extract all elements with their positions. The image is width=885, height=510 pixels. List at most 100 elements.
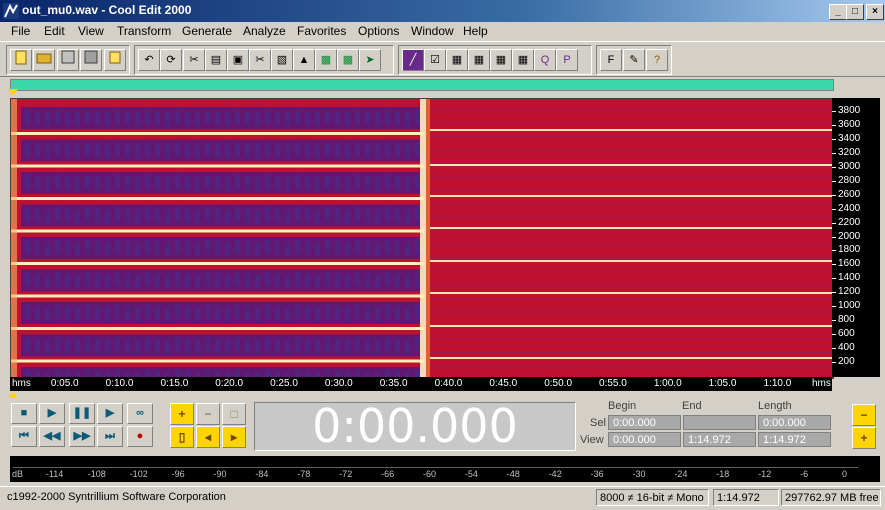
menu-window[interactable]: Window xyxy=(411,24,454,38)
menu-options[interactable]: Options xyxy=(358,24,399,38)
view-length-field[interactable]: 1:14.972 xyxy=(758,432,831,447)
favorites-f-button[interactable]: F xyxy=(600,49,622,71)
help-icon[interactable]: ? xyxy=(646,49,668,71)
spectro-speckle xyxy=(415,240,420,254)
trim-icon[interactable]: ▧ xyxy=(271,49,293,71)
overview-bar[interactable] xyxy=(10,79,834,91)
mix-paste-icon[interactable]: ✂ xyxy=(249,49,271,71)
zoom-out-icon[interactable]: − xyxy=(196,403,220,425)
maximize-button[interactable]: □ xyxy=(846,4,864,20)
transport-panel: ■ ▶ ❚❚ ▶ ∞ ⏮ ◀◀ ▶▶ ⏭ ● xyxy=(8,401,160,449)
time-ruler-marker-icon[interactable] xyxy=(8,392,18,398)
play-icon[interactable]: ▶ xyxy=(39,403,65,424)
db-tick-label: 0 xyxy=(842,469,848,479)
spectro-speckle xyxy=(385,272,390,287)
spectrogram-canvas[interactable] xyxy=(11,99,833,378)
record-icon[interactable]: ● xyxy=(127,426,153,447)
play-to-end-icon[interactable]: ▶ xyxy=(97,403,123,424)
grid-icon-2[interactable]: ▦ xyxy=(468,49,490,71)
spectro-speckle xyxy=(95,338,100,353)
spectro-speckle xyxy=(405,242,410,256)
cut-icon[interactable]: ✂ xyxy=(183,49,205,71)
repeat-icon[interactable]: ⟳ xyxy=(160,49,182,71)
menu-edit[interactable]: Edit xyxy=(44,24,65,38)
open-folder-icon[interactable] xyxy=(33,49,55,71)
save-as-icon[interactable] xyxy=(80,49,102,71)
spectro-speckle xyxy=(55,272,60,287)
menu-view[interactable]: View xyxy=(78,24,104,38)
vertical-zoom-out-icon[interactable]: − xyxy=(852,404,876,426)
time-tick-label: 0:40.0 xyxy=(434,378,463,389)
minimize-button[interactable]: _ xyxy=(829,4,847,20)
paste-icon[interactable]: ▣ xyxy=(227,49,249,71)
spectro-speckle xyxy=(315,177,320,191)
spectro-speckle xyxy=(115,110,120,124)
pause-icon[interactable]: ❚❚ xyxy=(69,403,95,424)
close-button[interactable]: × xyxy=(866,4,884,20)
sel-end-field[interactable] xyxy=(683,415,756,430)
spectro-speckle xyxy=(265,337,270,352)
view-begin-field[interactable]: 0:00.000 xyxy=(608,432,681,447)
save-icon[interactable] xyxy=(57,49,79,71)
undo-icon[interactable]: ↶ xyxy=(138,49,160,71)
close-file-icon[interactable] xyxy=(104,49,126,71)
insert-icon[interactable]: ▲ xyxy=(293,49,315,71)
spectro-speckle xyxy=(295,272,300,287)
zoom-in-icon[interactable]: + xyxy=(170,403,194,425)
begin-header: Begin xyxy=(608,400,637,412)
zoom-selection-icon[interactable]: ▯ xyxy=(170,426,194,448)
zoom-q-icon[interactable]: Q xyxy=(534,49,556,71)
grid-icon-1[interactable]: ▦ xyxy=(446,49,468,71)
script-icon[interactable]: ✎ xyxy=(623,49,645,71)
spectro-speckle xyxy=(25,175,30,189)
spectro-speckle xyxy=(215,143,220,158)
menu-generate[interactable]: Generate xyxy=(182,24,232,38)
menu-help[interactable]: Help xyxy=(463,24,488,38)
sel-length-field[interactable]: 0:00.000 xyxy=(758,415,831,430)
menu-file[interactable]: File xyxy=(11,24,30,38)
time-ruler[interactable]: hms 0:05.0 0:10.0 0:15.0 0:20.0 0:25.0 0:30.0 0… xyxy=(10,377,832,391)
spectro-noise-line xyxy=(430,217,833,218)
sel-begin-field[interactable]: 0:00.000 xyxy=(608,415,681,430)
spectro-speckle xyxy=(115,142,120,157)
analyze-icon[interactable]: ▩ xyxy=(337,49,359,71)
app-icon[interactable] xyxy=(3,3,19,19)
fast-forward-icon[interactable]: ▶▶ xyxy=(69,426,95,447)
spectral-view[interactable] xyxy=(10,98,834,379)
spectro-speckle xyxy=(385,305,390,319)
spectro-speckle xyxy=(225,112,230,126)
new-file-icon[interactable] xyxy=(10,49,32,71)
select-icon[interactable]: ☑ xyxy=(424,49,446,71)
stop-icon[interactable]: ■ xyxy=(11,403,37,424)
menu-analyze[interactable]: Analyze xyxy=(243,24,286,38)
spectro-speckle xyxy=(315,144,320,159)
menu-favorites[interactable]: Favorites xyxy=(297,24,346,38)
loop-icon[interactable]: ∞ xyxy=(127,403,153,424)
spectral-icon[interactable]: ➤ xyxy=(359,49,381,71)
grid-icon-3[interactable]: ▦ xyxy=(490,49,512,71)
spectro-speckle xyxy=(385,110,390,124)
vertical-zoom-in-icon[interactable]: + xyxy=(852,427,876,449)
go-to-start-icon[interactable]: ⏮ xyxy=(11,426,37,447)
spectro-speckle xyxy=(355,142,360,157)
view-end-field[interactable]: 1:14.972 xyxy=(683,432,756,447)
spectro-speckle xyxy=(225,177,230,191)
waveform-view-icon[interactable]: ╱ xyxy=(402,49,424,71)
spectro-harmonic-line xyxy=(430,129,833,131)
grid-icon-4[interactable]: ▦ xyxy=(512,49,534,71)
copy-icon[interactable]: ▤ xyxy=(205,49,227,71)
overview-marker-icon[interactable] xyxy=(8,89,18,95)
zoom-right-icon[interactable]: ▸ xyxy=(222,426,246,448)
spectro-speckle xyxy=(175,337,180,352)
spectro-speckle xyxy=(75,274,80,289)
zoom-left-icon[interactable]: ◂ xyxy=(196,426,220,448)
toolbar-group-edit: ↶ ⟳ ✂ ▤ ▣ ✂ ▧ ▲ ▩ ▩ ➤ xyxy=(134,45,394,75)
preview-p-icon[interactable]: P xyxy=(556,49,578,71)
menu-transform[interactable]: Transform xyxy=(117,24,171,38)
rewind-icon[interactable]: ◀◀ xyxy=(39,426,65,447)
spectro-harmonic-line xyxy=(11,327,424,330)
go-to-end-icon[interactable]: ⏭ xyxy=(97,426,123,447)
time-tick-label: 1:05.0 xyxy=(708,378,737,389)
zoom-full-icon[interactable]: □ xyxy=(222,403,246,425)
generate-icon[interactable]: ▩ xyxy=(315,49,337,71)
